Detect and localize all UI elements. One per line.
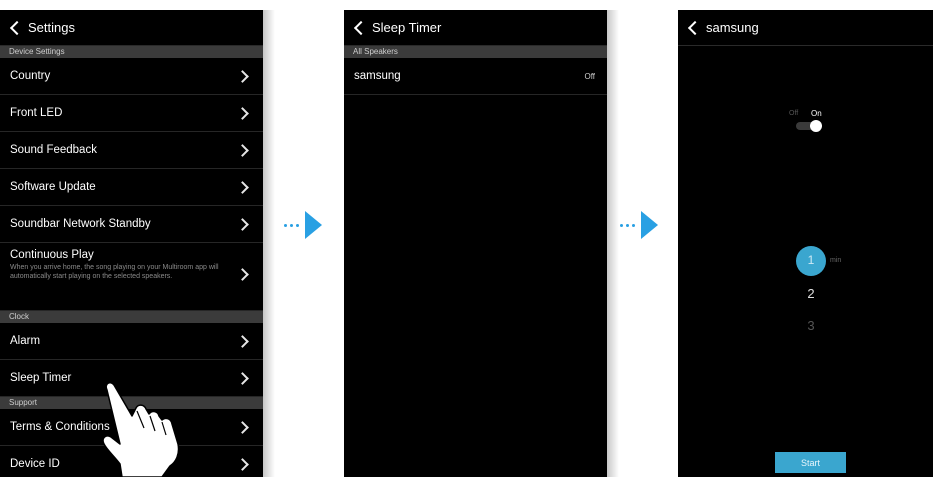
chevron-right-icon: [236, 69, 249, 83]
chevron-right-icon: [236, 143, 249, 157]
page-title: Sleep Timer: [372, 20, 442, 35]
dot-icon: [626, 223, 629, 227]
arrow-right-icon: [641, 211, 658, 239]
section-device-settings: Device Settings: [0, 46, 263, 58]
dot-icon: [620, 223, 623, 227]
back-chevron-icon[interactable]: [9, 20, 25, 35]
tap-hand-icon: [92, 378, 187, 482]
chevron-right-icon: [236, 268, 249, 281]
chevron-right-icon: [236, 457, 249, 471]
picker-selected-value: 1: [807, 253, 815, 267]
flow-arrow-2: [620, 211, 658, 239]
page-title: Settings: [28, 20, 75, 35]
toggle-off-label: Off: [789, 110, 799, 117]
speaker-name: samsung: [354, 70, 401, 82]
item-label: Software Update: [10, 181, 96, 193]
settings-topbar: Settings: [0, 10, 263, 46]
dot-icon: [632, 223, 635, 227]
back-chevron-icon[interactable]: [687, 20, 703, 35]
picker-value-next: 2: [807, 286, 815, 301]
flow-arrow-1: [284, 211, 322, 239]
chevron-right-icon: [236, 371, 249, 385]
item-label: Continuous Play: [10, 249, 94, 261]
start-button[interactable]: Start: [775, 452, 846, 473]
settings-item-front-led[interactable]: Front LED: [0, 95, 263, 132]
section-clock: Clock: [0, 311, 263, 323]
item-label: Alarm: [10, 335, 41, 347]
item-description: When you arrive home, the song playing o…: [10, 264, 219, 280]
chevron-right-icon: [236, 334, 249, 348]
speaker-status: Off: [584, 71, 595, 81]
toggle-on-label: On: [811, 109, 822, 118]
speaker-timer-screen: samsung Off On 1 min 2 3 Start: [678, 10, 933, 477]
speaker-row[interactable]: samsung Off: [344, 58, 607, 95]
minute-picker[interactable]: 1 min 2 3: [788, 243, 848, 343]
section-all-speakers: All Speakers: [344, 46, 607, 58]
item-label: Soundbar Network Standby: [10, 218, 151, 230]
picker-value-next2: 3: [807, 318, 815, 333]
settings-item-sound-feedback[interactable]: Sound Feedback: [0, 132, 263, 169]
chevron-right-icon: [236, 180, 249, 194]
start-button-label: Start: [800, 457, 820, 468]
item-label: Country: [10, 70, 51, 82]
item-label: Front LED: [10, 107, 63, 119]
settings-item-continuous-play[interactable]: Continuous Play When you arrive home, th…: [0, 243, 263, 311]
speaker-timer-topbar: samsung: [678, 10, 933, 46]
settings-item-software-update[interactable]: Software Update: [0, 169, 263, 206]
chevron-right-icon: [236, 217, 249, 231]
toggle-knob: [810, 120, 822, 132]
arrow-right-icon: [305, 211, 322, 239]
item-label: Sleep Timer: [10, 372, 72, 384]
item-label: Device ID: [10, 458, 60, 470]
settings-item-alarm[interactable]: Alarm: [0, 323, 263, 360]
settings-item-country[interactable]: Country: [0, 58, 263, 95]
dot-icon: [290, 223, 293, 227]
picker-unit-label: min: [830, 257, 842, 264]
dot-icon: [284, 223, 287, 227]
timer-toggle[interactable]: Off On: [789, 108, 833, 138]
back-chevron-icon[interactable]: [353, 20, 369, 35]
page-title: samsung: [706, 20, 759, 35]
chevron-right-icon: [236, 106, 249, 120]
sleep-timer-screen: Sleep Timer All Speakers samsung Off: [344, 10, 607, 477]
chevron-right-icon: [236, 420, 249, 434]
dot-icon: [296, 223, 299, 227]
settings-item-network-standby[interactable]: Soundbar Network Standby: [0, 206, 263, 243]
item-label: Sound Feedback: [10, 144, 97, 156]
sleep-timer-topbar: Sleep Timer: [344, 10, 607, 46]
